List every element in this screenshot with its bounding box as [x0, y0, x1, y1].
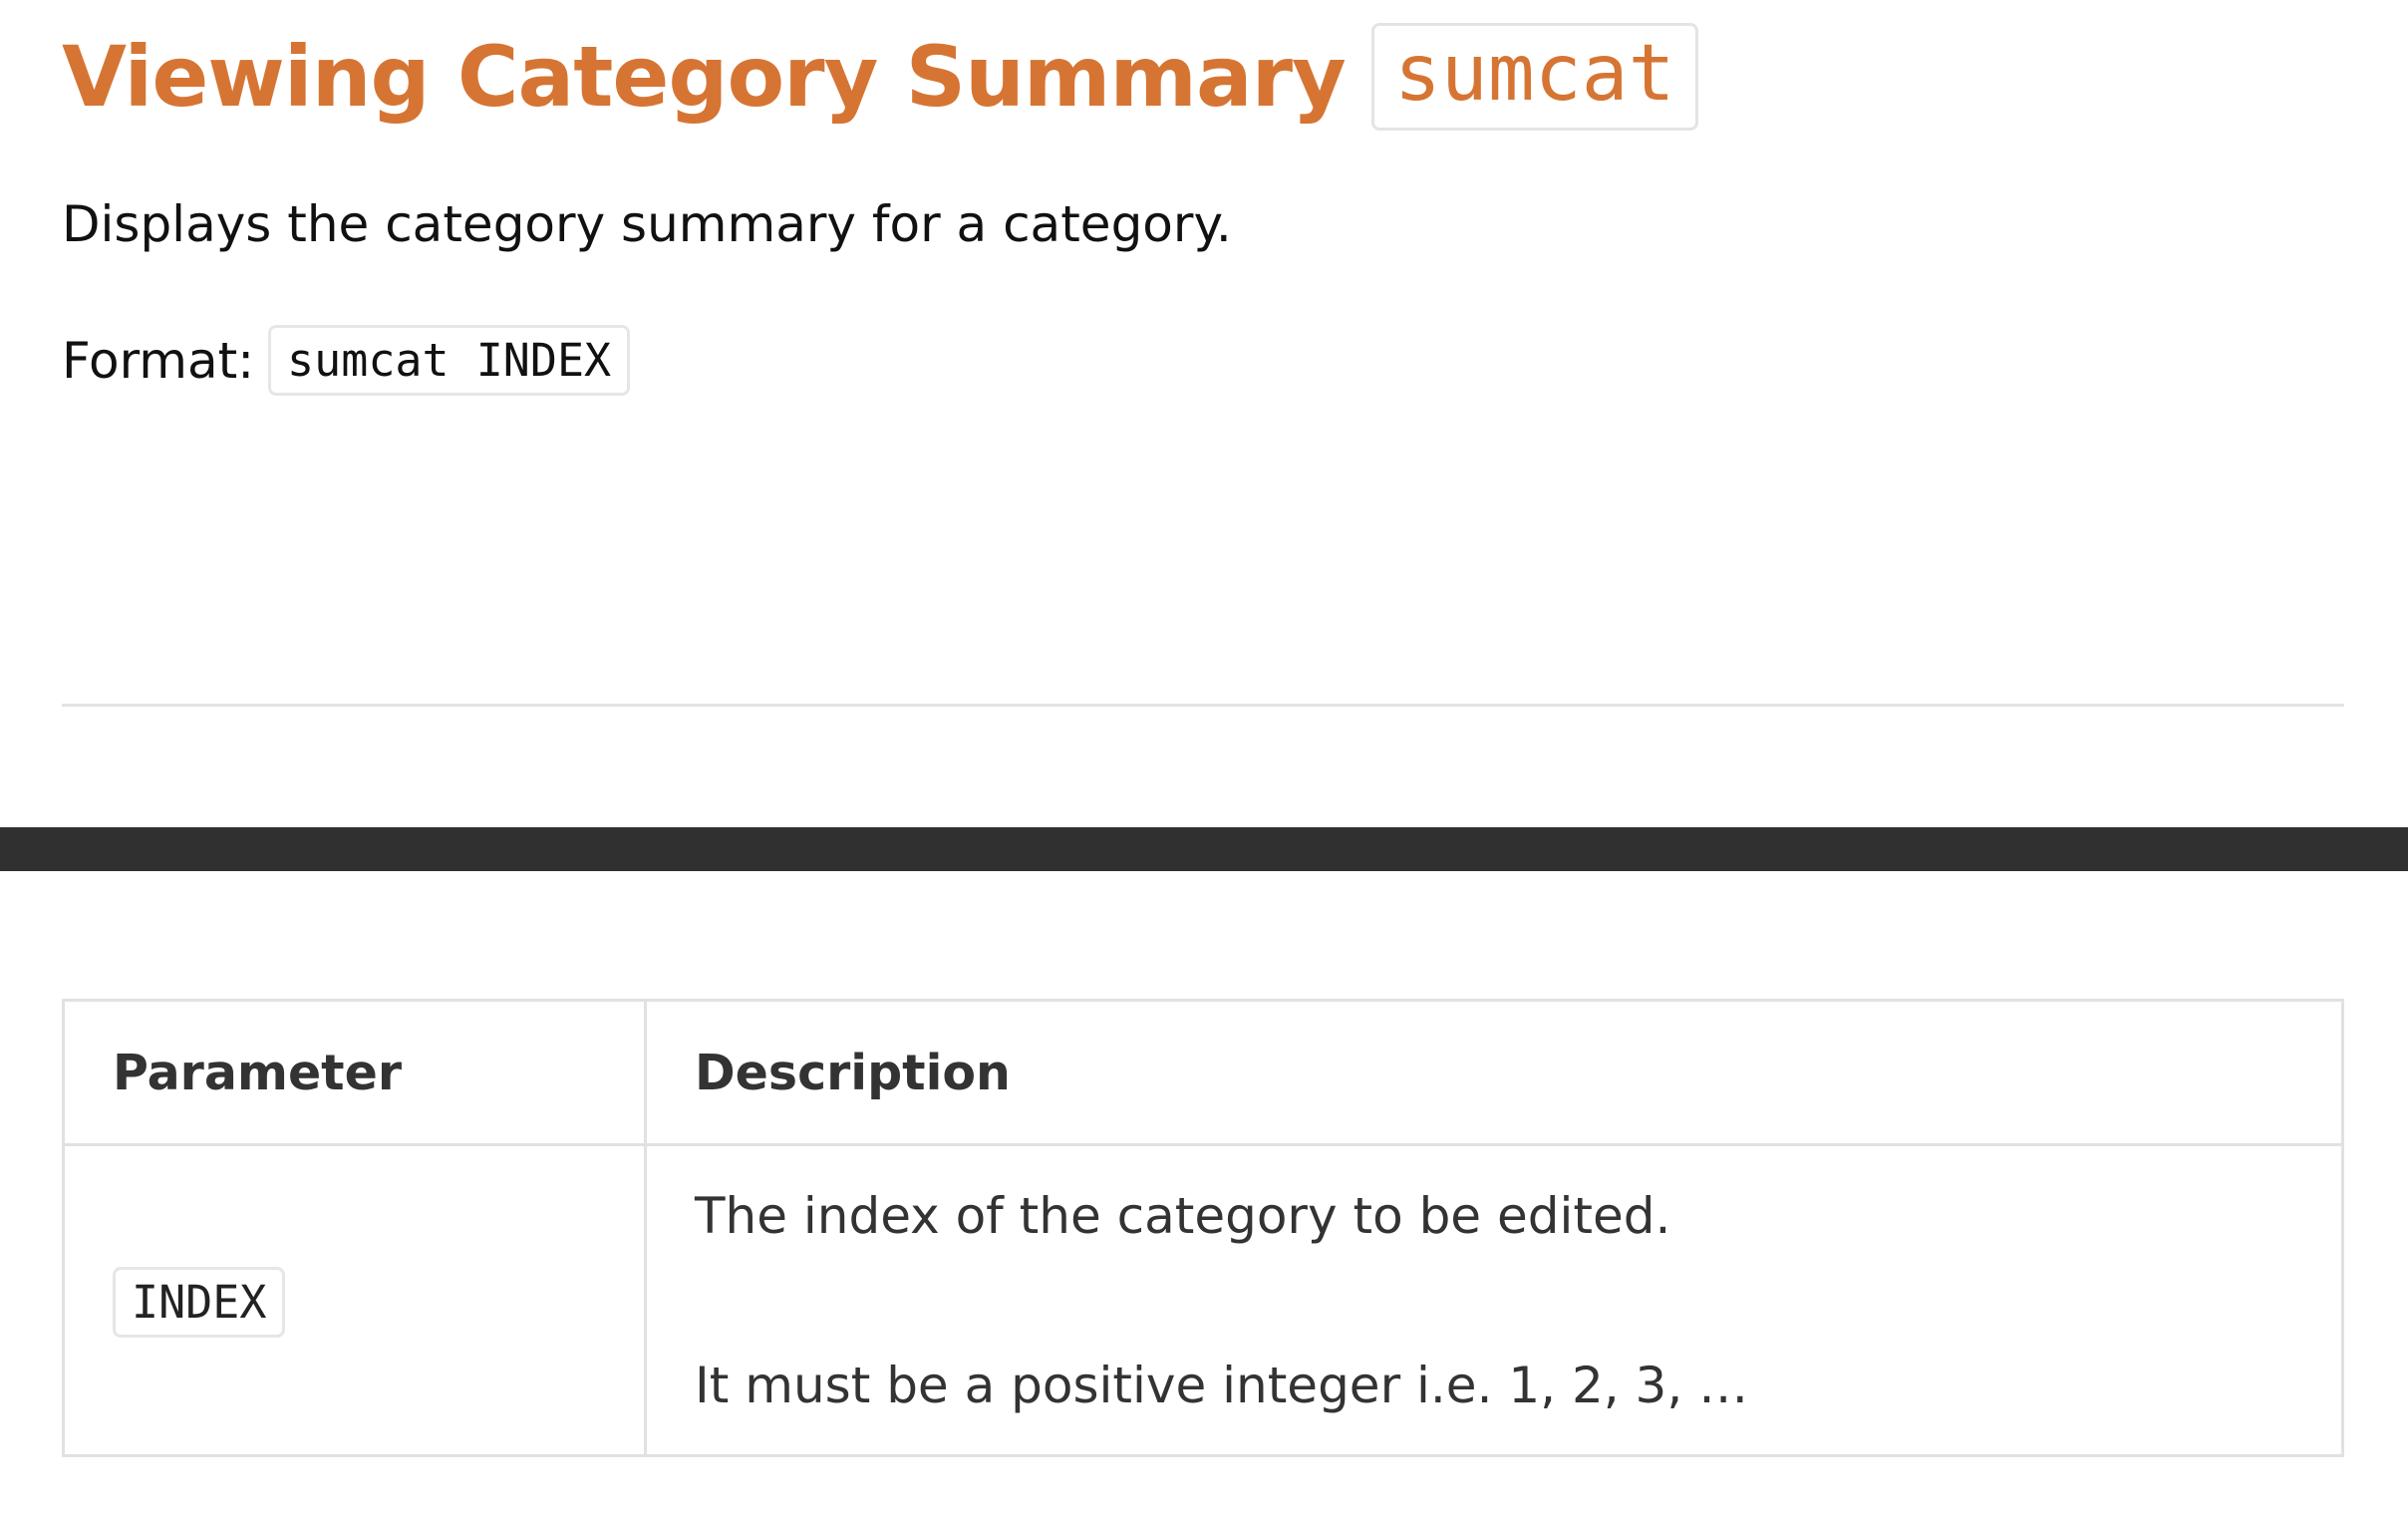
command-code-badge: sumcat — [1370, 23, 1698, 131]
parameter-code: INDEX — [113, 1266, 286, 1338]
format-label: Format: — [62, 331, 255, 390]
page: Viewing Category Summary sumcat Displays… — [0, 0, 2408, 1519]
header-parameter: Parameter — [62, 999, 647, 1146]
heading-row: Viewing Category Summary sumcat — [62, 18, 1698, 136]
format-syntax-code: sumcat INDEX — [268, 325, 631, 396]
description-line: It must be a positive integer i.e. 1, 2,… — [695, 1356, 1749, 1414]
description-cell: The index of the category to be edited. … — [644, 1143, 2344, 1457]
section-divider — [62, 704, 2344, 707]
command-description: Displays the category summary for a cate… — [62, 195, 1232, 253]
header-description: Description — [644, 999, 2344, 1146]
section-separator-bar — [0, 827, 2408, 871]
parameters-table: Parameter Description INDEX The index of… — [62, 999, 2344, 1457]
table-header-row: Parameter Description — [62, 999, 2344, 1146]
parameter-cell: INDEX — [62, 1143, 647, 1457]
format-line: Format: sumcat INDEX — [62, 325, 631, 396]
page-title: Viewing Category Summary — [62, 28, 1347, 126]
description-line: The index of the category to be edited. — [695, 1186, 1671, 1245]
table-row: INDEX The index of the category to be ed… — [62, 1143, 2344, 1457]
